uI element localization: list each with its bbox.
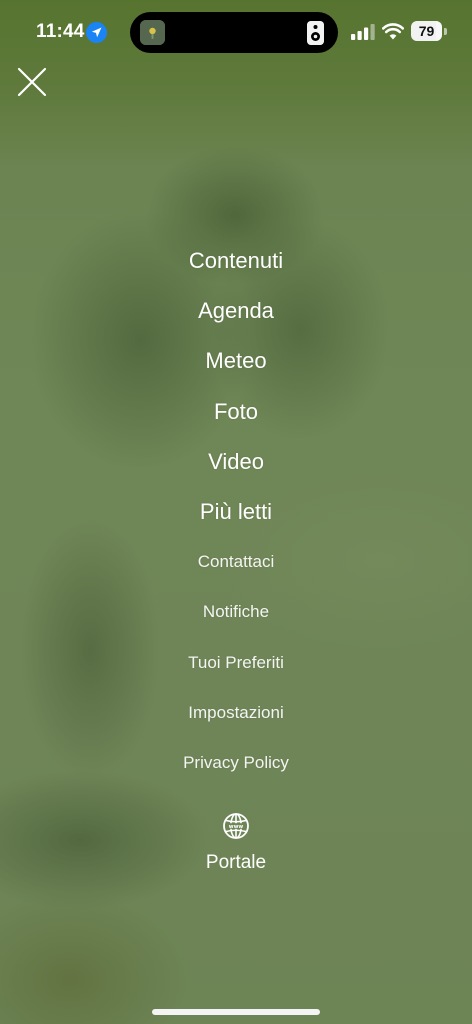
menu-item-notifiche[interactable]: Notifiche [0, 587, 472, 637]
speaker-icon [307, 21, 324, 45]
menu-item-video[interactable]: Video [0, 437, 472, 487]
status-bar: 11:44 79 [0, 0, 472, 62]
dynamic-island[interactable] [130, 12, 338, 53]
battery-level: 79 [418, 23, 435, 39]
menu-item-tuoi-preferiti[interactable]: Tuoi Preferiti [0, 638, 472, 688]
battery-icon: 79 [411, 21, 447, 41]
menu-item-contattaci[interactable]: Contattaci [0, 537, 472, 587]
menu-item-meteo[interactable]: Meteo [0, 336, 472, 386]
close-icon[interactable] [14, 64, 50, 100]
svg-text:www: www [229, 824, 244, 830]
menu-item-piu-letti[interactable]: Più letti [0, 487, 472, 537]
app-icon [140, 20, 165, 45]
menu-item-impostazioni[interactable]: Impostazioni [0, 688, 472, 738]
location-arrow-icon [86, 22, 107, 43]
status-time: 11:44 [36, 21, 85, 42]
portal-link[interactable]: www Portale [186, 810, 286, 882]
menu-item-agenda[interactable]: Agenda [0, 286, 472, 336]
menu-item-contenuti[interactable]: Contenuti [0, 236, 472, 286]
menu-item-foto[interactable]: Foto [0, 387, 472, 437]
home-indicator[interactable] [152, 1009, 320, 1015]
wifi-icon [382, 23, 404, 40]
cellular-signal-icon [351, 24, 375, 40]
portal-label: Portale [205, 852, 267, 873]
globe-icon: www [223, 813, 249, 839]
side-menu: Contenuti Agenda Meteo Foto Video Più le… [0, 236, 472, 788]
menu-item-privacy-policy[interactable]: Privacy Policy [0, 738, 472, 788]
